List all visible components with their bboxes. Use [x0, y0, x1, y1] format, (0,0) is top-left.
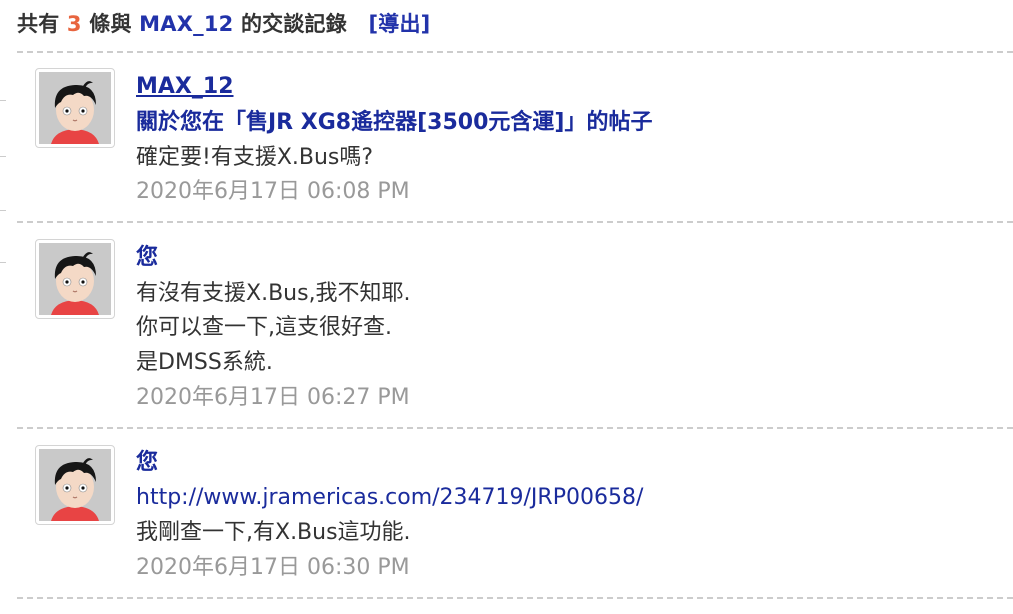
- avatar-icon: [39, 72, 111, 144]
- sender-avatar[interactable]: [35, 239, 115, 319]
- message-timestamp: 2020年6月17日 06:30 PM: [136, 555, 410, 580]
- separator: [17, 51, 1013, 53]
- header-middle: 條與: [89, 12, 132, 36]
- message-text: 你可以查一下,這支很好查.: [136, 315, 392, 340]
- left-edge-mark: [0, 262, 6, 263]
- message-timestamp: 2020年6月17日 06:08 PM: [136, 179, 410, 204]
- message-timestamp: 2020年6月17日 06:27 PM: [136, 385, 410, 410]
- header-suffix: 的交談記錄: [240, 12, 347, 36]
- avatar-icon: [39, 449, 111, 521]
- thread-subject-link[interactable]: 關於您在「售JR XG8遙控器[3500元含運]」的帖子: [136, 110, 652, 136]
- sender-name: 您: [136, 245, 159, 270]
- separator: [17, 427, 1013, 429]
- sender-name-link[interactable]: MAX_12: [136, 74, 234, 100]
- header-username: MAX_12: [139, 12, 234, 36]
- message-text: 我剛查一下,有X.Bus這功能.: [136, 520, 411, 545]
- sender-avatar[interactable]: [35, 445, 115, 525]
- message-text: 確定要!有支援X.Bus嗎?: [136, 145, 374, 170]
- left-edge-mark: [0, 156, 6, 157]
- sender-name: 您: [136, 450, 159, 475]
- export-link[interactable]: [導出]: [368, 12, 430, 36]
- message-url-link[interactable]: http://www.jramericas.com/234719/JRP0065…: [136, 485, 643, 511]
- conversation-header: 共有 3 條與 MAX_12 的交談記錄 [導出]: [17, 8, 430, 38]
- avatar-icon: [39, 243, 111, 315]
- left-edge-mark: [0, 100, 6, 101]
- left-edge-mark: [0, 210, 6, 211]
- sender-avatar[interactable]: [35, 68, 115, 148]
- message-text: 是DMSS系統.: [136, 350, 273, 375]
- message-count: 3: [66, 12, 82, 36]
- separator: [17, 597, 1013, 599]
- separator: [17, 221, 1013, 223]
- message-text: 有沒有支援X.Bus,我不知耶.: [136, 281, 411, 306]
- header-prefix: 共有: [17, 12, 60, 36]
